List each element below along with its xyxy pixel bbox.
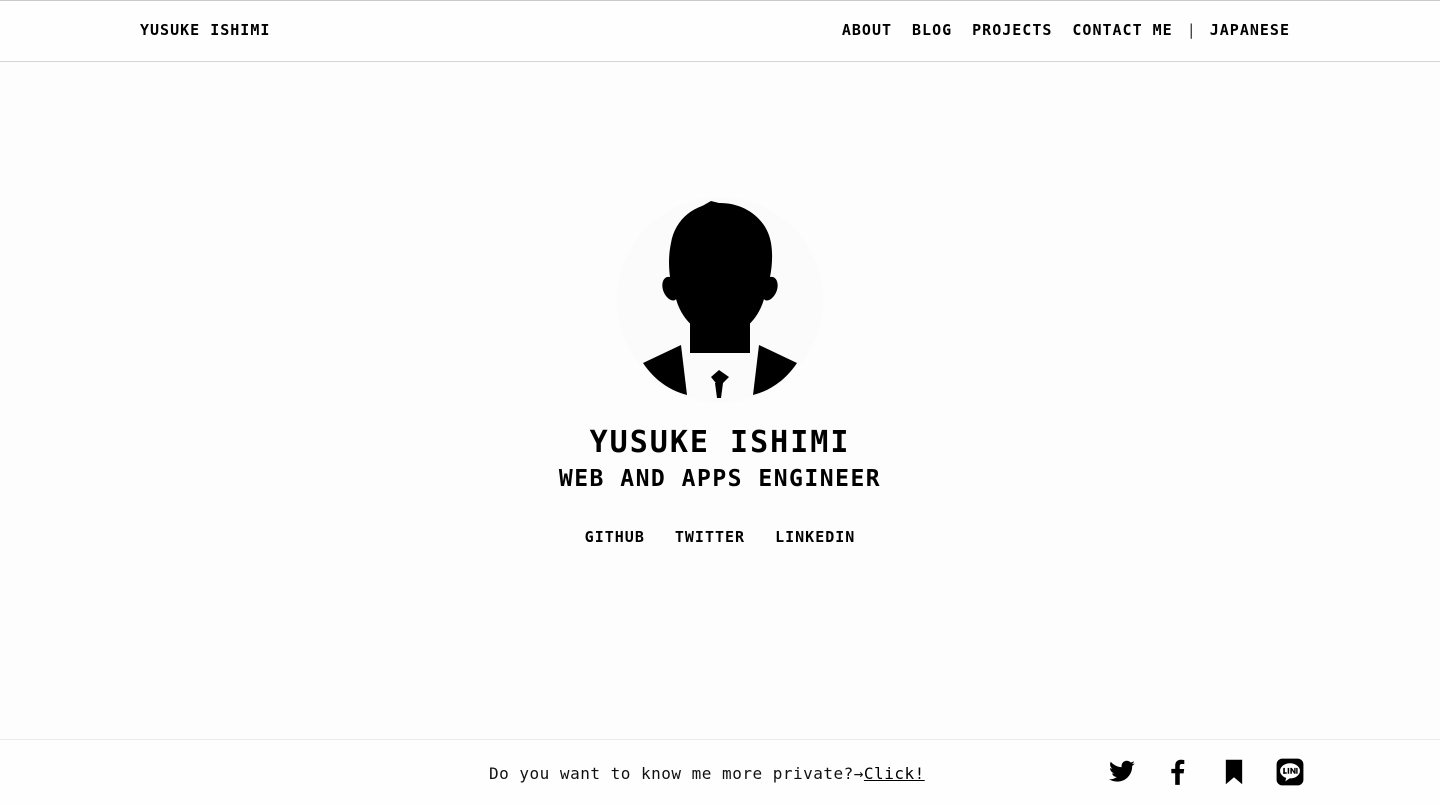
- line-icon[interactable]: [1276, 758, 1304, 786]
- profile-title: WEB AND APPS ENGINEER: [558, 466, 882, 492]
- nav-separator: |: [1186, 21, 1196, 39]
- nav-japanese[interactable]: JAPANESE: [1210, 21, 1290, 39]
- twitter-link[interactable]: TWITTER: [675, 528, 745, 546]
- linkedin-link[interactable]: LINKEDIN: [775, 528, 855, 546]
- github-link[interactable]: GITHUB: [585, 528, 645, 546]
- nav-blog[interactable]: BLOG: [912, 21, 952, 39]
- hero-section: YUSUKE ISHIMI WEB AND APPS ENGINEER GITH…: [0, 195, 1440, 546]
- page: YUSUKE ISHIMI ABOUT BLOG PROJECTS CONTAC…: [0, 0, 1440, 804]
- footer-message-text: Do you want to know me more private?→: [489, 764, 864, 783]
- footer: Do you want to know me more private?→Cli…: [0, 739, 1440, 804]
- person-silhouette-icon: [617, 197, 823, 403]
- brand-link[interactable]: YUSUKE ISHIMI: [140, 21, 270, 39]
- profile-links: GITHUB TWITTER LINKEDIN: [0, 528, 1440, 546]
- social-icons: [1108, 758, 1304, 786]
- main-nav: ABOUT BLOG PROJECTS CONTACT ME | JAPANES…: [822, 21, 1290, 39]
- top-navbar: YUSUKE ISHIMI ABOUT BLOG PROJECTS CONTAC…: [0, 0, 1440, 62]
- nav-projects[interactable]: PROJECTS: [972, 21, 1052, 39]
- nav-contact-me[interactable]: CONTACT ME: [1072, 21, 1172, 39]
- footer-click-link[interactable]: Click!: [864, 764, 925, 783]
- footer-message: Do you want to know me more private?→Cli…: [489, 764, 925, 783]
- bookmark-icon[interactable]: [1220, 758, 1248, 786]
- twitter-icon[interactable]: [1108, 758, 1136, 786]
- profile-name: YUSUKE ISHIMI: [589, 425, 851, 460]
- facebook-icon[interactable]: [1164, 758, 1192, 786]
- nav-about[interactable]: ABOUT: [842, 21, 892, 39]
